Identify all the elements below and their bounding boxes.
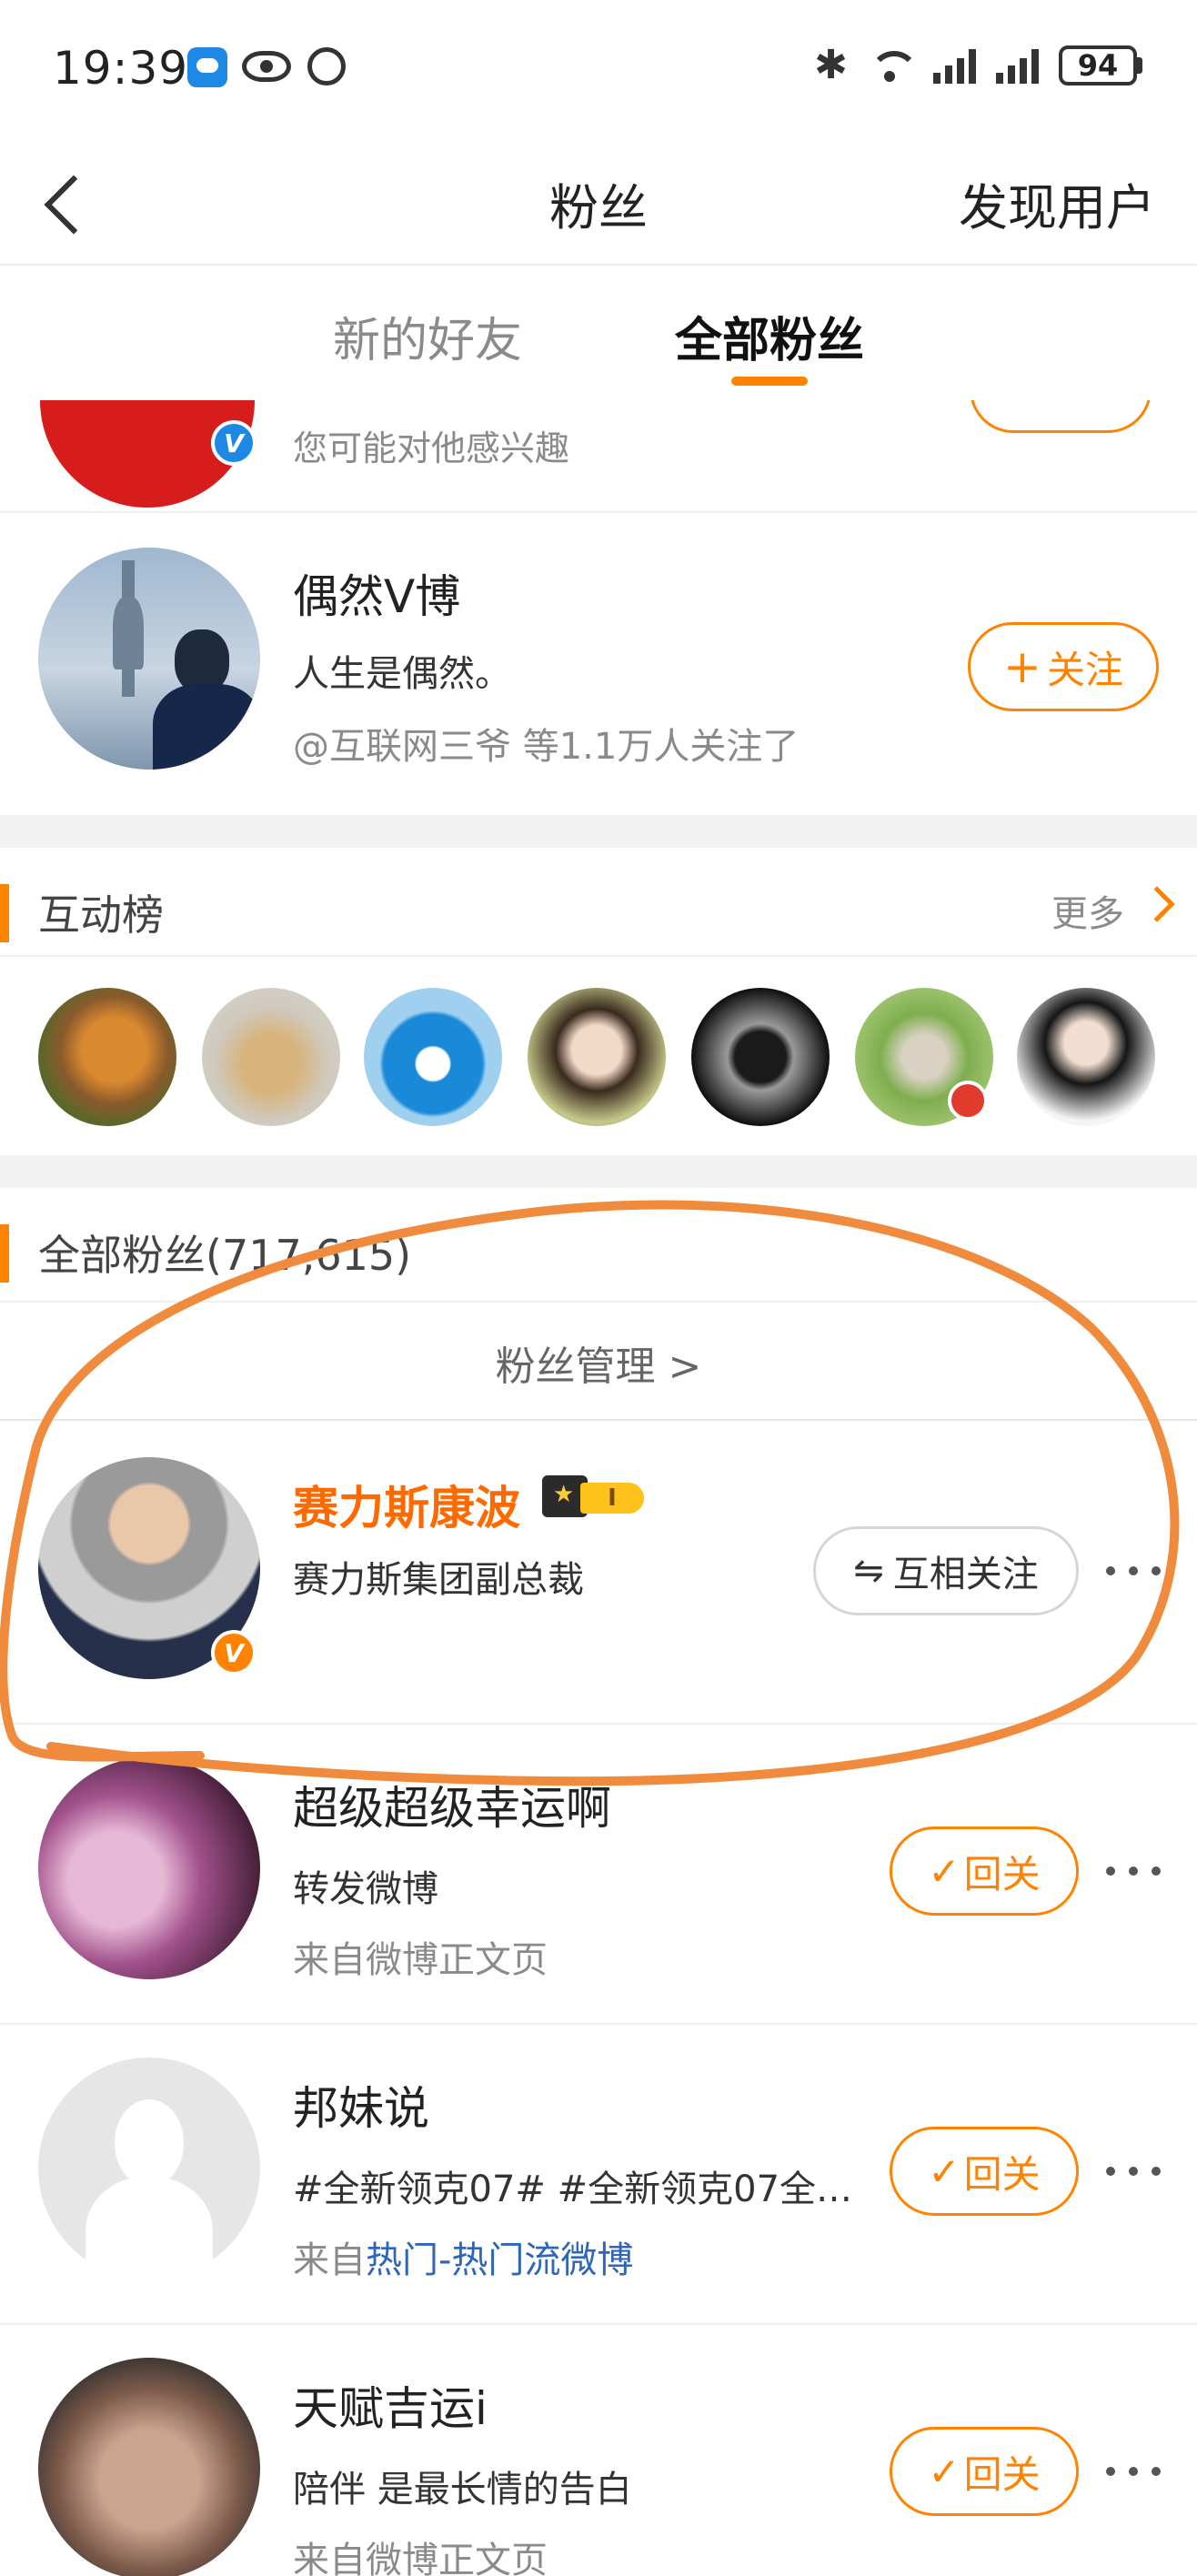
fan-source: 来自热门-热门流微博	[293, 2230, 633, 2283]
vip-crown-icon: I	[542, 1475, 648, 1521]
section-title: 全部粉丝(717,615)	[38, 1231, 412, 1280]
alarm-icon	[307, 47, 346, 86]
recommend-reason: 您可能对他感兴趣	[293, 428, 570, 468]
avatar[interactable]	[691, 988, 830, 1126]
active-tab-indicator	[731, 377, 808, 386]
swap-icon: ⇋	[853, 1550, 884, 1592]
fan-source-link[interactable]: 热门-热门流微博	[366, 2239, 633, 2281]
avatar[interactable]	[38, 548, 260, 770]
more-link[interactable]: 更多	[1051, 884, 1124, 937]
status-bar: 19:39 ✱ 94	[0, 0, 1197, 136]
verified-badge-icon: V	[211, 420, 256, 466]
follow-button[interactable]	[970, 400, 1152, 433]
signal-icon	[933, 47, 976, 84]
user-bio: 人生是偶然。	[293, 653, 511, 695]
follow-back-label: 回关	[963, 2151, 1041, 2197]
section-divider	[0, 1155, 1197, 1188]
recommend-item[interactable]: 偶然V博 人生是偶然。 @互联网三爷 等1.1万人关注了 + 关注	[0, 515, 1197, 815]
fan-source: 来自微博正文页	[293, 2540, 548, 2576]
fan-source-action: 陪伴 是最长情的告白	[293, 2469, 632, 2511]
nav-bar: 粉丝 发现用户	[0, 136, 1197, 266]
all-fans-header: 全部粉丝(717,615)	[0, 1188, 1197, 1303]
check-icon: ✓	[928, 2148, 961, 2194]
avatar[interactable]	[202, 988, 340, 1126]
follow-back-label: 回关	[963, 1851, 1041, 1897]
list-item[interactable]: 天赋吉运i 陪伴 是最长情的告白 来自微博正文页 ✓ 回关	[0, 2325, 1197, 2576]
avatar[interactable]	[528, 988, 666, 1126]
fans-manage-label: 粉丝管理 >	[495, 1343, 702, 1390]
signal-icon	[996, 47, 1039, 84]
fan-source-action: #全新领克07# #全新领克07全…	[293, 2168, 853, 2210]
chevron-right-icon[interactable]	[1139, 886, 1175, 922]
battery-level: 94	[1059, 45, 1137, 86]
status-right-group: ✱ 94	[814, 42, 1142, 88]
recommend-item-partial[interactable]: V 您可能对他感兴趣	[0, 400, 1197, 513]
mutual-follow-button[interactable]: ⇋ 互相关注	[813, 1526, 1079, 1615]
more-options-icon[interactable]	[1106, 2158, 1161, 2185]
more-options-icon[interactable]	[1106, 1557, 1161, 1585]
eye-icon	[242, 51, 291, 82]
list-item[interactable]: V 赛力斯康波 I 赛力斯集团副总裁 ⇋ 互相关注	[0, 1424, 1197, 1725]
check-icon: ✓	[928, 2449, 961, 2494]
check-icon: ✓	[928, 1848, 961, 1894]
more-options-icon[interactable]	[1106, 2458, 1161, 2485]
default-avatar-icon[interactable]	[38, 2058, 260, 2279]
section-title: 互动榜	[38, 891, 164, 940]
tab-all-fans[interactable]: 全部粉丝	[675, 302, 864, 370]
section-accent	[0, 1224, 9, 1283]
fans-manage-button[interactable]: 粉丝管理 >	[0, 1303, 1197, 1421]
bluetooth-icon: ✱	[814, 42, 848, 88]
badge-icon	[948, 1081, 988, 1121]
mutual-follow-label: 互相关注	[892, 1554, 1039, 1595]
section-accent	[0, 884, 9, 942]
followed-by-text: @互联网三爷 等1.1万人关注了	[293, 726, 800, 768]
fan-source-action: 转发微博	[293, 1868, 438, 1910]
wifi-icon	[868, 47, 919, 84]
fan-source-prefix: 来自	[293, 2239, 366, 2281]
vip-level: I	[580, 1483, 644, 1514]
user-name[interactable]: 赛力斯康波	[293, 1472, 520, 1537]
follow-back-button[interactable]: ✓ 回关	[890, 1826, 1079, 1916]
avatar[interactable]	[364, 988, 502, 1126]
fan-source: 来自微博正文页	[293, 1939, 548, 1981]
plus-icon: +	[1003, 640, 1041, 693]
verified-badge-icon: V	[211, 1630, 256, 1675]
section-divider	[0, 815, 1197, 848]
status-time: 19:39	[53, 42, 189, 95]
message-icon	[187, 47, 227, 87]
user-bio: 赛力斯集团副总裁	[293, 1559, 584, 1601]
tab-new-friends[interactable]: 新的好友	[333, 302, 522, 370]
user-name[interactable]: 偶然V博	[293, 560, 460, 626]
list-item[interactable]: 超级超级幸运啊 转发微博 来自微博正文页 ✓ 回关	[0, 1725, 1197, 2025]
avatar[interactable]	[38, 1757, 260, 1979]
user-name[interactable]: 超级超级幸运啊	[293, 1772, 611, 1837]
tab-bar: 新的好友 全部粉丝	[0, 267, 1197, 399]
avatar[interactable]	[1017, 988, 1155, 1126]
list-item[interactable]: 邦妹说 #全新领克07# #全新领克07全… 来自热门-热门流微博 ✓ 回关	[0, 2025, 1197, 2325]
avatar[interactable]	[38, 988, 176, 1126]
follow-back-label: 回关	[963, 2451, 1041, 2497]
follow-button[interactable]: + 关注	[968, 622, 1159, 711]
follow-back-button[interactable]: ✓ 回关	[890, 2427, 1079, 2516]
more-options-icon[interactable]	[1106, 1857, 1161, 1885]
follow-button-label: 关注	[1046, 647, 1123, 692]
avatar[interactable]	[38, 2358, 260, 2576]
discover-users-button[interactable]: 发现用户	[959, 167, 1155, 239]
follow-back-button[interactable]: ✓ 回关	[890, 2127, 1079, 2216]
user-name[interactable]: 天赋吉运i	[293, 2372, 488, 2438]
battery-icon: 94	[1059, 45, 1142, 86]
interaction-avatars	[0, 957, 1197, 1155]
interaction-board-header: 互动榜 更多	[0, 848, 1197, 957]
user-name[interactable]: 邦妹说	[293, 2072, 429, 2138]
